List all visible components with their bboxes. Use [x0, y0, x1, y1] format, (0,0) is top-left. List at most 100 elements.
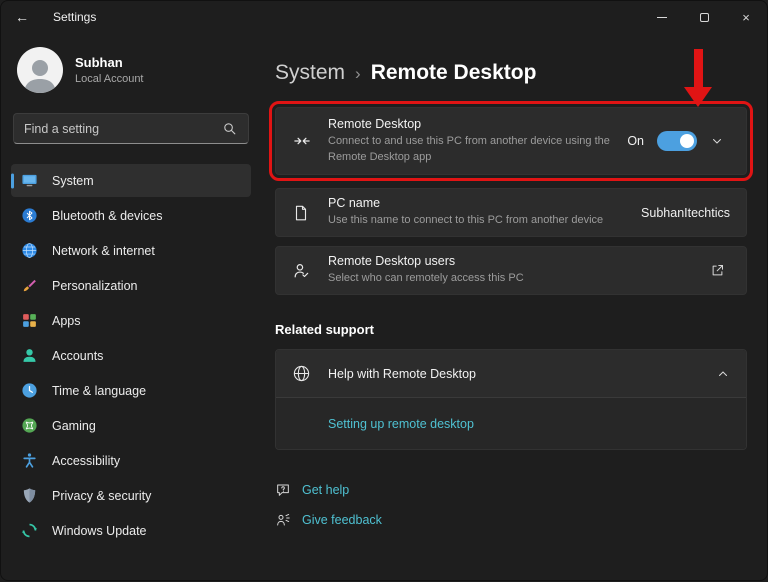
get-help-label: Get help [302, 483, 350, 497]
sidebar-item-accounts[interactable]: Accounts [11, 339, 251, 372]
users-description: Select who can remotely access this PC [328, 272, 524, 285]
account-texts: Subhan Local Account [75, 55, 144, 85]
sidebar-item-label: Time & language [52, 383, 147, 398]
selected-indicator [11, 173, 14, 188]
sidebar-item-label: Gaming [52, 418, 96, 433]
minimize-button[interactable] [641, 1, 683, 33]
page-title: Remote Desktop [370, 61, 537, 84]
network-icon [21, 242, 38, 259]
give-feedback-icon [275, 512, 292, 528]
pc-name-icon [292, 204, 312, 222]
search-input[interactable] [24, 121, 222, 136]
sidebar-item-bluetooth-devices[interactable]: Bluetooth & devices [11, 199, 251, 232]
footer-links: Get help Give feedback [275, 482, 747, 528]
search-icon [222, 121, 238, 136]
privacy-icon [21, 487, 38, 504]
remote-desktop-controls: On [627, 131, 730, 151]
help-expander: Help with Remote Desktop Setting up remo… [275, 349, 747, 450]
toggle-state-label: On [627, 134, 644, 148]
sidebar-item-apps[interactable]: Apps [11, 304, 251, 337]
sidebar-item-label: Accessibility [52, 453, 121, 468]
titlebar: ← Settings × [1, 1, 767, 33]
pc-name-texts: PC name Use this name to connect to this… [328, 196, 625, 228]
sidebar-item-label: Apps [52, 313, 81, 328]
help-expander-body: Setting up remote desktop [276, 397, 746, 449]
remote-desktop-card[interactable]: Remote Desktop Connect to and use this P… [269, 101, 753, 181]
chevron-down-icon[interactable] [710, 134, 730, 148]
sidebar-item-label: System [52, 173, 94, 188]
close-button[interactable]: × [725, 1, 767, 33]
related-support-heading: Related support [275, 322, 374, 337]
give-feedback-label: Give feedback [302, 513, 382, 527]
remote-desktop-title: Remote Desktop [328, 117, 422, 132]
pc-name-title: PC name [328, 196, 381, 211]
annotation-arrow-head [684, 87, 712, 107]
setting-up-remote-desktop-link[interactable]: Setting up remote desktop [328, 417, 474, 431]
pc-name-description: Use this name to connect to this PC from… [328, 214, 604, 227]
window-title: Settings [53, 10, 97, 24]
sidebar-item-personalization[interactable]: Personalization [11, 269, 251, 302]
sidebar-item-system[interactable]: System [11, 164, 251, 197]
sidebar-item-windows-update[interactable]: Windows Update [11, 514, 251, 547]
settings-window: { "titlebar": { "back_glyph": "←", "titl… [0, 0, 768, 581]
sidebar-item-network-internet[interactable]: Network & internet [11, 234, 251, 267]
sidebar-item-label: Privacy & security [52, 488, 152, 503]
get-help-link[interactable]: Get help [275, 482, 747, 498]
main-content: System › Remote Desktop Remote Desktop C… [263, 33, 768, 582]
sidebar-nav: System Bluetooth & devices Network & int… [11, 164, 251, 547]
remote-desktop-toggle[interactable] [657, 131, 697, 151]
annotation-arrow [684, 49, 712, 109]
sidebar: Subhan Local Account System [1, 33, 263, 582]
window-body: Subhan Local Account System [1, 33, 767, 582]
give-feedback-link[interactable]: Give feedback [275, 512, 747, 528]
personalization-icon [21, 277, 38, 294]
sidebar-item-label: Personalization [52, 278, 138, 293]
accessibility-icon [21, 452, 38, 469]
chevron-up-icon[interactable] [716, 367, 730, 381]
sidebar-item-label: Bluetooth & devices [52, 208, 163, 223]
sidebar-item-privacy-security[interactable]: Privacy & security [11, 479, 251, 512]
sidebar-item-time-language[interactable]: Time & language [11, 374, 251, 407]
sidebar-item-accessibility[interactable]: Accessibility [11, 444, 251, 477]
windows-update-icon [21, 522, 38, 539]
account-row[interactable]: Subhan Local Account [11, 41, 251, 111]
remote-desktop-texts: Remote Desktop Connect to and use this P… [328, 117, 611, 165]
gaming-icon [21, 417, 38, 434]
maximize-icon [699, 12, 709, 22]
maximize-button[interactable] [683, 1, 725, 33]
users-texts: Remote Desktop users Select who can remo… [328, 254, 694, 286]
toggle-knob [680, 134, 694, 148]
sidebar-item-label: Accounts [52, 348, 104, 363]
breadcrumb-parent[interactable]: System [275, 61, 345, 85]
remote-desktop-users-card[interactable]: Remote Desktop users Select who can remo… [275, 246, 747, 295]
back-icon[interactable]: ← [15, 9, 37, 25]
minimize-icon [657, 16, 667, 18]
pc-name-value: SubhanItechtics [641, 205, 730, 220]
remote-desktop-icon [292, 131, 312, 151]
users-icon [292, 261, 312, 280]
globe-icon [292, 364, 312, 383]
pc-name-card: PC name Use this name to connect to this… [275, 188, 747, 237]
apps-icon [21, 312, 38, 329]
users-title: Remote Desktop users [328, 254, 456, 269]
breadcrumb-separator-icon: › [355, 64, 361, 83]
bluetooth-icon [21, 207, 38, 224]
get-help-icon [275, 482, 292, 498]
help-card-title: Help with Remote Desktop [328, 366, 476, 381]
sidebar-item-gaming[interactable]: Gaming [11, 409, 251, 442]
accounts-icon [21, 347, 38, 364]
sidebar-item-label: Windows Update [52, 523, 147, 538]
time-language-icon [21, 382, 38, 399]
search-box[interactable] [13, 113, 249, 144]
sidebar-item-label: Network & internet [52, 243, 155, 258]
help-expander-header[interactable]: Help with Remote Desktop [276, 350, 746, 397]
account-type: Local Account [75, 73, 144, 85]
system-icon [21, 172, 38, 189]
remote-desktop-description: Connect to and use this PC from another … [328, 135, 610, 163]
annotation-arrow-shaft [693, 49, 703, 89]
breadcrumb: System › Remote Desktop [275, 61, 747, 85]
window-controls: × [641, 1, 767, 33]
account-name: Subhan [75, 55, 123, 70]
external-link-icon[interactable] [710, 263, 730, 278]
avatar [17, 47, 63, 93]
